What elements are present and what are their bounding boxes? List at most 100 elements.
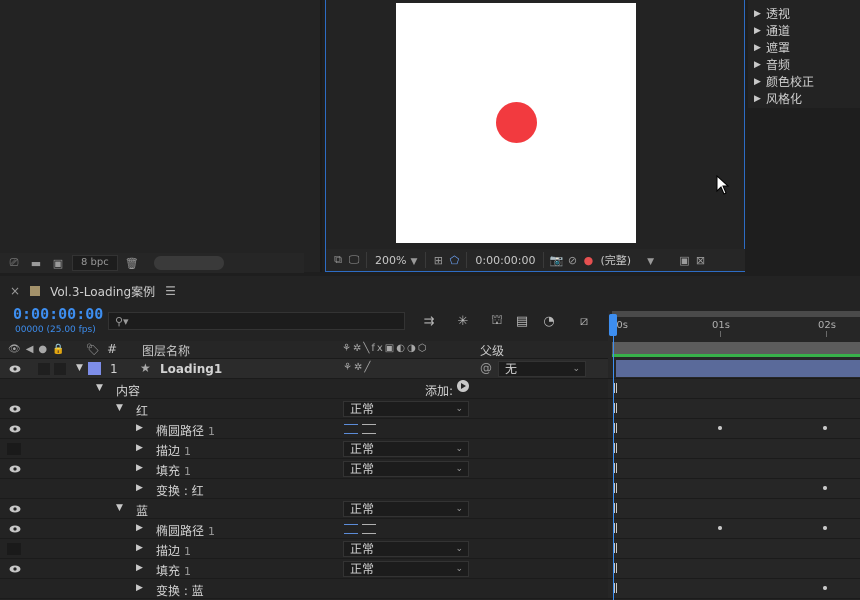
region-of-interest-icon[interactable]: ▣ [676,253,692,267]
layer-row[interactable]: ▼ 1 ★ Loading1 ⚘✲╱ @ 无 ⌄ [0,359,608,379]
property-row-ellipse-path[interactable]: ▶ 椭圆路径 1 [0,519,608,539]
effects-category-matte[interactable]: ▶ 遮罩 [748,40,860,57]
channel-rgb-icon[interactable]: ● [580,253,596,267]
keyframe[interactable] [823,586,827,590]
twirl-right-icon[interactable]: ▶ [136,483,143,493]
zoom-dropdown[interactable]: 200% ▼ [371,254,421,267]
interpret-footage-icon[interactable]: ⎚ [6,256,22,270]
path-direction-default-icon[interactable] [344,424,358,434]
graph-editor-icon[interactable]: ⧄ [575,312,593,330]
lock-icon[interactable]: 🔒 [52,344,64,355]
draft-3d-icon[interactable]: ✳ [454,312,472,330]
layer-color-label[interactable] [88,362,101,375]
blend-mode-dropdown[interactable]: 正常 ⌄ [343,541,469,557]
solo-checkbox[interactable] [38,363,50,375]
blend-mode-dropdown[interactable]: 正常 ⌄ [343,461,469,477]
eye-icon[interactable] [9,465,21,473]
twirl-right-icon[interactable]: ▶ [136,443,143,453]
resolution-dropdown[interactable]: (完整) ▼ [596,252,676,268]
hide-shy-layers-icon[interactable]: ⛫ [488,312,506,330]
property-row-stroke[interactable]: ▶ 描边 1 正常 ⌄ [0,439,608,459]
timeline-tab[interactable]: × Vol.3-Loading案例 ☰ [0,278,860,304]
add-property-button[interactable] [457,380,469,392]
time-navigator-bar[interactable] [612,311,860,317]
close-icon[interactable]: × [10,284,20,298]
eye-icon[interactable]: 👁 [8,344,21,355]
eye-icon[interactable] [9,505,21,513]
parent-dropdown[interactable]: 无 ⌄ [498,361,586,377]
path-direction-reverse-icon[interactable] [362,424,376,434]
effects-category-color-correction[interactable]: ▶ 颜色校正 [748,74,860,91]
lock-checkbox[interactable] [54,363,66,375]
twirl-down-icon[interactable]: ▼ [96,383,103,393]
effects-category-audio[interactable]: ▶ 音频 [748,57,860,74]
twirl-down-icon[interactable]: ▼ [116,403,123,413]
mask-visibility-icon[interactable]: ⬠ [446,253,462,267]
effects-category-stylize[interactable]: ▶ 风格化 [748,91,860,108]
frame-blending-icon[interactable]: ▤ [513,312,531,330]
layer-switches[interactable]: ⚘✲╱ [343,362,372,373]
new-composition-icon[interactable]: ▣ [50,256,66,270]
twirl-right-icon[interactable]: ▶ [136,563,143,573]
property-row-ellipse-path[interactable]: ▶ 椭圆路径 1 [0,419,608,439]
panel-menu-icon[interactable]: ☰ [165,284,176,298]
grid-icon[interactable]: ⊞ [430,253,446,267]
twirl-right-icon[interactable]: ▶ [136,583,143,593]
twirl-right-icon[interactable]: ▶ [136,423,143,433]
eye-icon[interactable] [9,365,21,373]
keyframe[interactable] [823,526,827,530]
monitor-icon[interactable]: 🖵 [346,253,362,267]
thumbnail-slider[interactable] [153,256,224,270]
eye-icon[interactable] [9,565,21,573]
effects-category-perspective[interactable]: ▶ 透视 [748,6,860,23]
playhead-line[interactable] [613,336,614,600]
path-direction-icons[interactable] [344,524,376,534]
eye-hidden-icon[interactable] [7,443,21,455]
twirl-right-icon[interactable]: ▶ [136,463,143,473]
effects-category-channel[interactable]: ▶ 通道 [748,23,860,40]
keyframe[interactable] [718,526,722,530]
path-direction-icons[interactable] [344,424,376,434]
twirl-down-icon[interactable]: ▼ [116,503,123,513]
snapshot-camera-icon[interactable]: 📷 [548,253,564,267]
twirl-right-icon[interactable]: ▶ [136,543,143,553]
trash-icon[interactable]: 🗑 [124,256,140,270]
twirl-down-icon[interactable]: ▼ [76,363,83,373]
keyframe[interactable] [823,486,827,490]
parent-pickwhip-icon[interactable]: @ [480,361,492,375]
layer-name[interactable]: Loading1 [160,362,222,376]
always-preview-icon[interactable]: ⧉ [330,253,346,267]
show-snapshot-icon[interactable]: ⊘ [564,253,580,267]
timeline-tab-title[interactable]: Vol.3-Loading案例 [50,283,155,300]
keyframe[interactable] [823,426,827,430]
property-row-stroke[interactable]: ▶ 描边 1 正常 ⌄ [0,539,608,559]
eye-icon[interactable] [9,405,21,413]
current-time-display[interactable]: 0:00:00:00 [13,305,103,323]
keyframe[interactable] [718,426,722,430]
new-folder-icon[interactable]: ▬ [28,256,44,270]
property-row-fill[interactable]: ▶ 填充 1 正常 ⌄ [0,459,608,479]
property-row-contents[interactable]: ▼ 内容 [0,379,608,399]
red-circle-shape[interactable] [496,102,537,143]
transparency-grid-icon[interactable]: ⊠ [692,253,708,267]
blend-mode-dropdown[interactable]: 正常 ⌄ [343,401,469,417]
viewer-timecode[interactable]: 0:00:00:00 [471,254,539,267]
path-direction-default-icon[interactable] [344,524,358,534]
composition-mini-flowchart-icon[interactable]: ⇉ [420,312,438,330]
blend-mode-dropdown[interactable]: 正常 ⌄ [343,441,469,457]
layer-duration-bar[interactable] [616,360,860,377]
twirl-right-icon[interactable]: ▶ [136,523,143,533]
work-area-bar[interactable] [612,342,860,354]
property-row-transform-blue[interactable]: ▶ 变换 : 蓝 [0,579,608,599]
layer-search-input[interactable]: ⚲▾ [108,312,405,330]
playhead-handle[interactable] [609,314,617,336]
column-layer-name[interactable]: 图层名称 [142,342,190,359]
property-row-fill[interactable]: ▶ 填充 1 正常 ⌄ [0,559,608,579]
eye-hidden-icon[interactable] [7,543,21,555]
group-row-blue[interactable]: ▼ 蓝 正常 ⌄ [0,499,608,519]
blend-mode-dropdown[interactable]: 正常 ⌄ [343,561,469,577]
eye-icon[interactable] [9,425,21,433]
motion-blur-icon[interactable]: ◔ [540,312,558,330]
bpc-button[interactable]: 8 bpc [72,255,118,271]
solo-icon[interactable]: ● [38,344,47,355]
